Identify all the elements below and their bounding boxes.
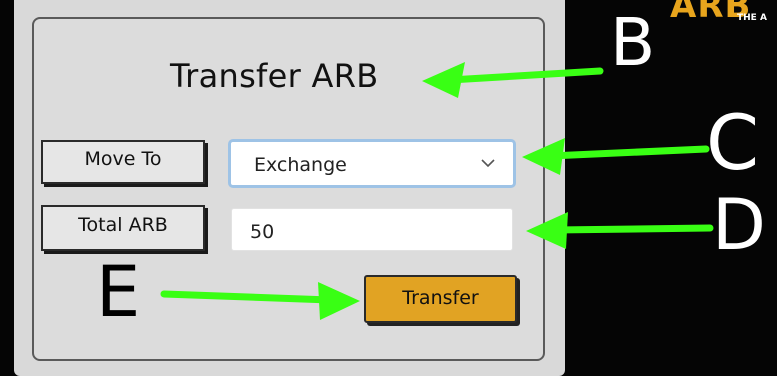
total-arb-input[interactable]: 50 [231,208,513,251]
callout-letter-e: E [96,251,141,333]
callout-letter-b: B [610,4,656,81]
transfer-button[interactable]: Transfer [364,275,517,323]
arb-logo-subtext: THE A [737,13,767,23]
move-to-label: Move To [41,140,205,184]
total-arb-label: Total ARB [41,205,205,251]
chevron-down-icon[interactable] [481,156,495,170]
move-to-selected-value: Exchange [254,154,347,176]
dialog-title: Transfer ARB [170,57,379,95]
callout-letter-c: C [706,98,760,187]
callout-letter-d: D [712,184,766,266]
move-to-select[interactable]: Exchange [228,139,516,188]
screenshot-canvas: ARB THE A Transfer ARB Move To Exchange … [0,0,777,376]
